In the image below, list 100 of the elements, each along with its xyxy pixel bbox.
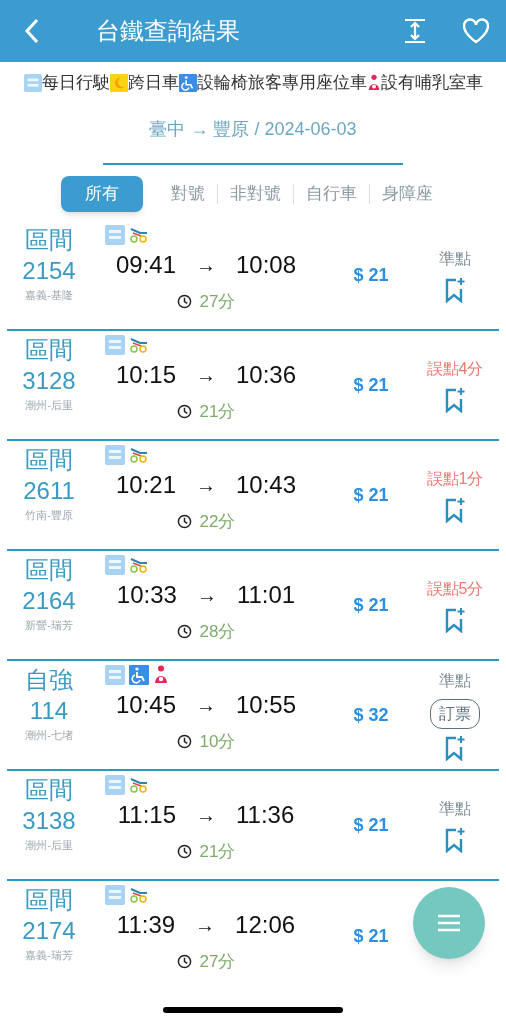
clock-icon xyxy=(176,294,192,310)
clock-icon xyxy=(176,844,192,860)
train-route: 嘉義-基隆 xyxy=(25,288,73,303)
page-title: 台鐵查詢結果 xyxy=(96,16,240,47)
train-route: 潮州-后里 xyxy=(25,398,73,413)
calendar-icon xyxy=(105,885,125,905)
calendar-icon xyxy=(105,775,125,795)
heart-icon[interactable] xyxy=(462,18,490,44)
book-ticket-button[interactable]: 訂票 xyxy=(430,699,480,729)
wheelchair-icon xyxy=(178,74,197,92)
train-type: 區間 xyxy=(25,555,73,585)
calendar-icon xyxy=(105,555,125,575)
punctuality-status: 準點 xyxy=(439,671,471,691)
train-number: 114 xyxy=(29,696,69,726)
punctuality-status: 準點 xyxy=(439,249,471,269)
train-number: 2154 xyxy=(22,256,76,286)
ticket-price: $ 21 xyxy=(353,924,389,948)
departure-time: 10:15 xyxy=(115,360,176,390)
punctuality-status: 誤點1分 xyxy=(426,469,484,489)
legend-label: 跨日車 xyxy=(127,71,179,94)
train-number: 3128 xyxy=(22,366,76,396)
departure-time: 10:45 xyxy=(115,690,176,720)
calendar-icon xyxy=(23,74,42,92)
duration: 28分 xyxy=(199,621,236,643)
bookmark-add-icon[interactable] xyxy=(444,497,466,523)
menu-button[interactable] xyxy=(413,887,485,959)
arrow: → xyxy=(196,473,216,498)
calendar-icon xyxy=(105,335,125,355)
arrow: → xyxy=(196,363,216,388)
departure-time: 11:15 xyxy=(117,800,176,830)
train-number: 3138 xyxy=(22,806,76,836)
bicycle-icon xyxy=(129,887,149,903)
train-number: 2164 xyxy=(22,586,76,616)
bicycle-icon xyxy=(129,557,149,573)
ticket-price: $ 21 xyxy=(353,373,389,397)
arrow: → xyxy=(196,253,216,278)
arrival-time: 11:36 xyxy=(236,800,295,830)
expand-vertical-icon[interactable] xyxy=(404,18,426,44)
bookmark-add-icon[interactable] xyxy=(444,277,466,303)
punctuality-status: 誤點5分 xyxy=(426,579,484,599)
duration: 21分 xyxy=(199,401,236,423)
train-type: 自強 xyxy=(25,665,73,695)
train-route: 潮州-七堵 xyxy=(25,728,73,743)
train-route: 新營-瑞芳 xyxy=(25,618,73,633)
clock-icon xyxy=(176,734,192,750)
bookmark-add-icon[interactable] xyxy=(444,827,466,853)
train-type: 區間 xyxy=(25,775,73,805)
ticket-price: $ 21 xyxy=(353,483,389,507)
departure-time: 10:21 xyxy=(115,470,176,500)
bicycle-icon xyxy=(129,227,149,243)
ticket-price: $ 21 xyxy=(353,263,389,287)
filter-tab[interactable]: 所有 xyxy=(61,176,143,212)
legend-label: 設有哺乳室車 xyxy=(380,71,483,94)
duration: 27分 xyxy=(199,951,236,973)
calendar-icon xyxy=(105,225,125,245)
arrival-time: 10:55 xyxy=(236,690,297,720)
wheelchair-icon xyxy=(129,665,149,685)
duration: 27分 xyxy=(199,291,236,313)
filter-tab[interactable]: 對號 xyxy=(159,176,217,212)
arrival-time: 12:06 xyxy=(235,910,296,940)
train-number: 2174 xyxy=(22,916,76,946)
menu-icon xyxy=(437,914,461,932)
duration: 21分 xyxy=(199,841,236,863)
ticket-price: $ 21 xyxy=(353,813,389,837)
train-route: 竹南-豐原 xyxy=(25,508,73,523)
train-type: 區間 xyxy=(25,885,73,915)
back-icon[interactable] xyxy=(24,18,40,44)
departure-time: 11:39 xyxy=(116,910,176,940)
bookmark-add-icon[interactable] xyxy=(444,735,466,761)
duration: 22分 xyxy=(199,511,236,533)
train-route: 潮州-后里 xyxy=(25,838,73,853)
moon-icon xyxy=(109,74,128,92)
legend-label: 每日行駛 xyxy=(41,71,110,94)
clock-icon xyxy=(176,624,192,640)
filter-tab[interactable]: 自行車 xyxy=(294,176,369,212)
clock-icon xyxy=(176,514,192,530)
duration: 10分 xyxy=(199,731,236,753)
calendar-icon xyxy=(105,665,125,685)
arrow: → xyxy=(196,803,216,828)
ticket-price: $ 32 xyxy=(353,703,389,727)
filter-tab[interactable]: 非對號 xyxy=(218,176,293,212)
arrival-time: 10:43 xyxy=(236,470,297,500)
bicycle-icon xyxy=(129,447,149,463)
departure-time: 09:41 xyxy=(115,250,176,280)
train-type: 區間 xyxy=(25,445,73,475)
punctuality-status: 誤點4分 xyxy=(426,359,484,379)
bookmark-add-icon[interactable] xyxy=(444,607,466,633)
mother-baby-icon xyxy=(153,665,169,685)
clock-icon xyxy=(176,954,192,970)
train-type: 區間 xyxy=(25,225,73,255)
train-route: 嘉義-瑞芳 xyxy=(25,948,73,963)
arrow: → xyxy=(196,693,216,718)
filter-tab[interactable]: 身障座 xyxy=(370,176,445,212)
punctuality-status: 準點 xyxy=(439,799,471,819)
train-type: 區間 xyxy=(25,335,73,365)
bookmark-add-icon[interactable] xyxy=(444,387,466,413)
calendar-icon xyxy=(105,445,125,465)
bicycle-icon xyxy=(129,337,149,353)
arrow: → xyxy=(196,583,217,608)
ticket-price: $ 21 xyxy=(353,593,389,617)
